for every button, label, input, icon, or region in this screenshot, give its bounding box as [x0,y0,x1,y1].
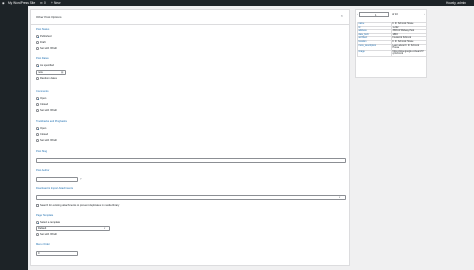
page-template-xpath-label: Set with XPath [40,232,58,236]
page-template-xpath-radio[interactable] [36,233,39,236]
search-existing-attachments-label: Search for existing attachments to preve… [40,203,120,207]
other-post-options-panel: Other Post Options × Post Status Publish… [30,9,350,266]
record-value: https://www.google.co/search?q=schrock [391,49,427,57]
page-template-select[interactable]: Default [36,226,110,231]
post-dates-specified-radio[interactable] [36,64,39,67]
chevron-down-icon: ▾ [104,227,106,230]
record-number-input[interactable]: 1 [359,12,389,17]
page-template-heading: Page Template [36,214,54,217]
search-existing-attachments-checkbox[interactable] [36,204,39,207]
comments-heading: Comments [36,90,49,93]
post-dates-specified-label: As specified [40,63,54,67]
comments-count: 0 [44,1,46,5]
page-template-select-radio[interactable] [36,221,39,224]
post-dates-random-radio[interactable] [36,77,39,80]
post-author-input[interactable] [36,177,78,182]
comments-icon[interactable]: ✉ [40,0,43,6]
admin-sidebar [0,6,28,270]
record-total-label: of 10 [392,13,398,16]
post-status-xpath-label: Set with XPath [40,46,58,50]
trackbacks-xpath-radio[interactable] [36,139,39,142]
page-template-select-label: Select a template [40,220,61,224]
record-preview-box: ‹ 1 of 10 › name F. R. Schrock House id 1-2… [355,9,427,78]
admin-bar: ◉ My WordPress Site ✉ 0 + New Howdy, adm… [0,0,474,6]
comments-xpath-label: Set with XPath [40,108,58,112]
new-plus-icon: + [51,1,53,5]
post-dates-random-label: Random dates [40,76,57,80]
close-icon[interactable]: × [341,14,343,18]
post-dates-heading: Post Dates [36,57,49,60]
comments-closed-label: Closed [40,102,49,106]
post-slug-input[interactable] [36,158,346,163]
howdy-user-link[interactable]: Howdy, admin [446,0,466,6]
record-number-value: 1 [375,13,377,17]
calendar-icon[interactable]: ▦ [61,71,63,74]
attachments-heading: Download & Import Attachments [36,187,74,190]
post-status-heading: Post Status [36,28,50,31]
record-key: image [357,49,392,57]
trackbacks-closed-label: Closed [40,132,49,136]
menu-order-heading: Menu Order [36,243,50,246]
trackbacks-closed-radio[interactable] [36,133,39,136]
trackbacks-heading: Trackbacks and Pingbacks [36,120,67,123]
panel-title: Other Post Options [36,14,62,19]
comments-closed-radio[interactable] [36,103,39,106]
trackbacks-open-radio[interactable] [36,127,39,130]
menu-order-input[interactable]: 0 [36,251,78,256]
trackbacks-open-label: Open [40,126,47,130]
post-status-published-radio[interactable] [36,35,39,38]
comments-open-label: Open [40,96,47,100]
attachments-input[interactable] [36,195,346,200]
record-data-table: name F. R. Schrock House id 1-222 address 350… [357,22,427,57]
post-author-heading: Post Author [36,169,50,172]
prev-record-icon[interactable]: ‹ [357,13,358,16]
trackbacks-xpath-label: Set with XPath [40,138,58,142]
post-status-xpath-radio[interactable] [36,47,39,50]
post-status-draft-radio[interactable] [36,41,39,44]
new-content-link[interactable]: New [54,0,60,6]
record-row: image https://www.google.co/search?q=schr… [357,49,427,57]
panel-header: Other Post Options × [31,10,349,25]
next-record-icon[interactable]: › [424,13,425,16]
post-status-published-label: Published [40,34,52,38]
post-status-draft-label: Draft [40,40,46,44]
help-icon[interactable]: ? [80,178,81,181]
comments-xpath-radio[interactable] [36,109,39,112]
post-slug-heading: Post Slug [36,150,48,153]
comments-open-radio[interactable] [36,97,39,100]
attachments-chevron-icon[interactable]: ▾ [339,196,340,199]
